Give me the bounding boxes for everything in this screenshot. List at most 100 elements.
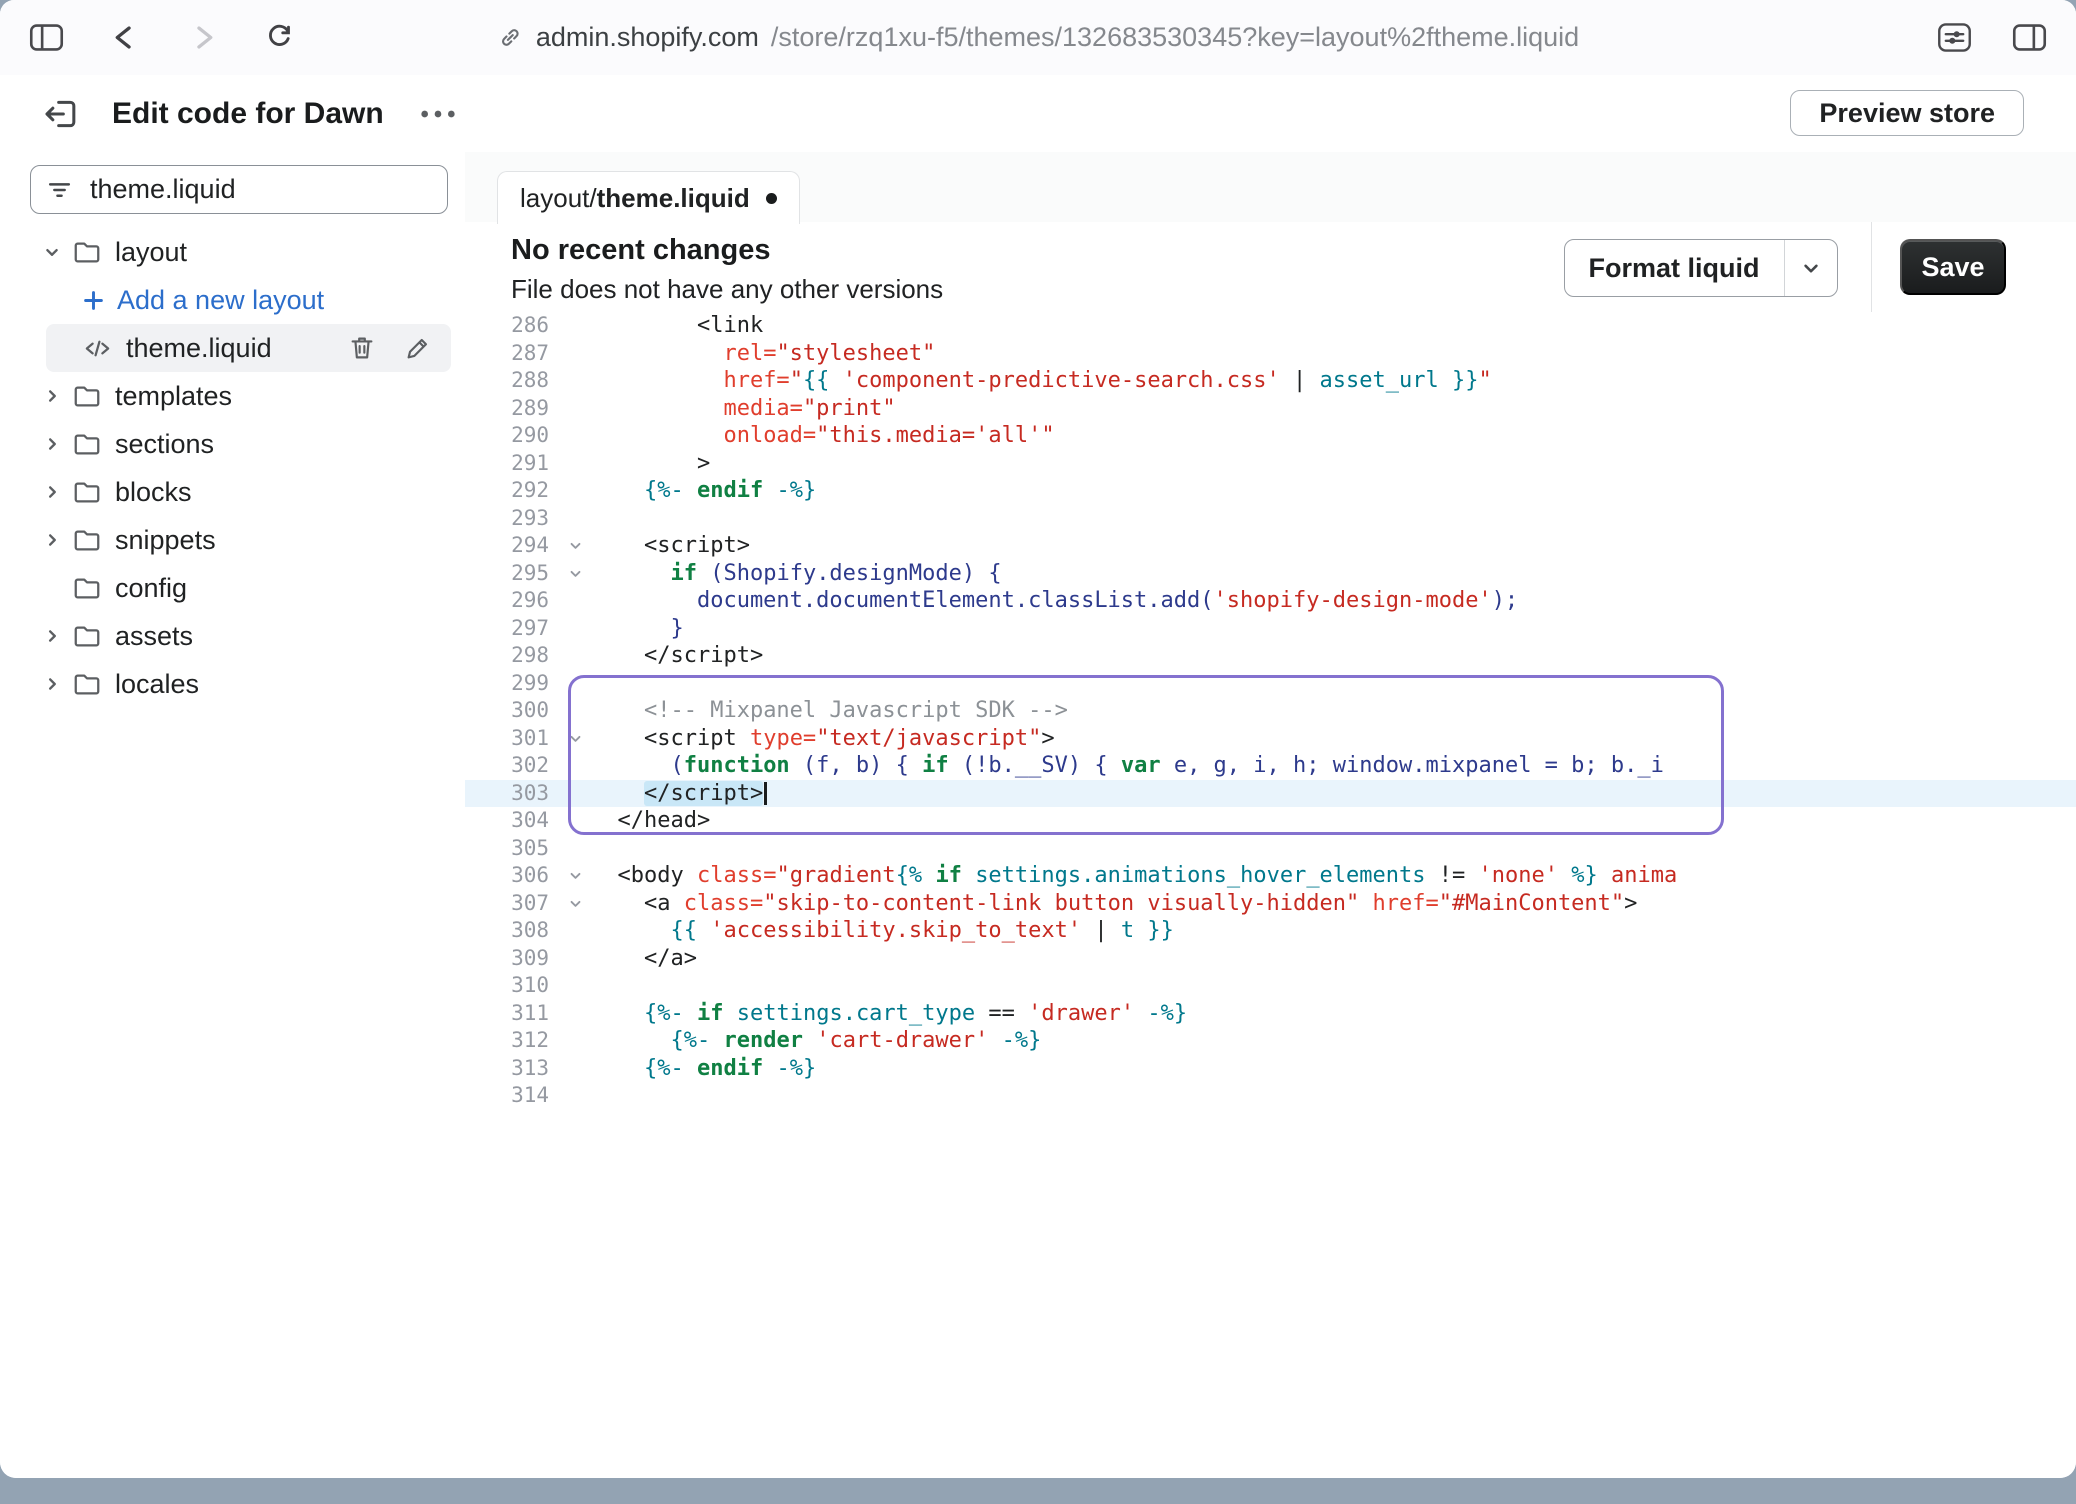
folder-icon: [72, 237, 102, 267]
pencil-icon[interactable]: [403, 333, 433, 363]
tree-item-templates[interactable]: templates: [0, 372, 465, 420]
tree-item-snippets[interactable]: snippets: [0, 516, 465, 564]
code-line-295[interactable]: 295 if (Shopify.designMode) {: [465, 560, 2076, 588]
code-line-287[interactable]: 287 rel="stylesheet": [465, 340, 2076, 368]
code-text: <script>: [591, 532, 750, 560]
forward-icon[interactable]: [186, 21, 219, 54]
chevron-right-icon[interactable]: [40, 385, 64, 407]
code-line-314[interactable]: 314: [465, 1082, 2076, 1109]
tab-dir: layout/: [520, 183, 597, 214]
tree-item-locales[interactable]: locales: [0, 660, 465, 708]
fold-chevron-icon[interactable]: [559, 560, 591, 588]
code-line-309[interactable]: 309 </a>: [465, 945, 2076, 973]
code-line-298[interactable]: 298 </script>: [465, 642, 2076, 670]
line-number: 299: [465, 670, 559, 698]
code-line-292[interactable]: 292 {%- endif -%}: [465, 477, 2076, 505]
code-line-306[interactable]: 306 <body class="gradient{% if settings.…: [465, 862, 2076, 890]
url-bar[interactable]: admin.shopify.com/store/rzq1xu-f5/themes…: [497, 0, 1579, 75]
preview-store-button[interactable]: Preview store: [1790, 90, 2024, 136]
browser-toolbar: admin.shopify.com/store/rzq1xu-f5/themes…: [0, 0, 2076, 76]
back-icon[interactable]: [109, 21, 142, 54]
tab-theme-liquid[interactable]: layout/theme.liquid: [497, 171, 800, 224]
url-path: /store/rzq1xu-f5/themes/132683530345?key…: [771, 22, 1579, 53]
code-line-310[interactable]: 310: [465, 972, 2076, 1000]
file-filter-input[interactable]: [88, 173, 446, 206]
code-line-302[interactable]: 302 (function (f, b) { if (!b.__SV) { va…: [465, 752, 2076, 780]
selected-file-row[interactable]: theme.liquid: [46, 324, 451, 372]
code-line-289[interactable]: 289 media="print": [465, 395, 2076, 423]
code-line-291[interactable]: 291 >: [465, 450, 2076, 478]
chevron-down-icon[interactable]: [1785, 255, 1837, 281]
fold-spacer: [559, 587, 591, 615]
fold-chevron-icon[interactable]: [559, 532, 591, 560]
fold-spacer: [559, 505, 591, 533]
tree-item-assets[interactable]: assets: [0, 612, 465, 660]
chevron-right-icon[interactable]: [40, 433, 64, 455]
fold-spacer: [559, 972, 591, 1000]
tree-item-add-a-new-layout[interactable]: Add a new layout: [0, 276, 465, 324]
code-line-293[interactable]: 293: [465, 505, 2076, 533]
line-number: 307: [465, 890, 559, 918]
line-number: 294: [465, 532, 559, 560]
chevron-right-icon[interactable]: [40, 625, 64, 647]
panel-right-icon[interactable]: [2011, 21, 2048, 54]
code-line-288[interactable]: 288 href="{{ 'component-predictive-searc…: [465, 367, 2076, 395]
file-filter-field[interactable]: [30, 165, 448, 214]
code-line-297[interactable]: 297 }: [465, 615, 2076, 643]
code-text: </script>: [591, 642, 763, 670]
code-line-312[interactable]: 312 {%- render 'cart-drawer' -%}: [465, 1027, 2076, 1055]
code-file-icon: [82, 333, 113, 364]
exit-icon[interactable]: [40, 93, 82, 135]
tree-item-config[interactable]: config: [0, 564, 465, 612]
code-line-286[interactable]: 286 <link: [465, 312, 2076, 340]
page-settings-icon[interactable]: [1936, 21, 1973, 54]
line-number: 301: [465, 725, 559, 753]
code-line-301[interactable]: 301 <script type="text/javascript">: [465, 725, 2076, 753]
code-line-308[interactable]: 308 {{ 'accessibility.skip_to_text' | t …: [465, 917, 2076, 945]
trash-icon[interactable]: [347, 333, 377, 363]
tree-item-theme-liquid[interactable]: theme.liquid: [0, 324, 465, 372]
code-line-300[interactable]: 300 <!-- Mixpanel Javascript SDK -->: [465, 697, 2076, 725]
line-number: 291: [465, 450, 559, 478]
code-line-294[interactable]: 294 <script>: [465, 532, 2076, 560]
format-liquid-button[interactable]: Format liquid: [1564, 239, 1839, 297]
save-button[interactable]: Save: [1900, 239, 2006, 295]
more-options-icon[interactable]: [418, 107, 458, 121]
line-number: 290: [465, 422, 559, 450]
chevron-down-icon[interactable]: [40, 241, 64, 263]
code-line-313[interactable]: 313 {%- endif -%}: [465, 1055, 2076, 1083]
tree-item-layout[interactable]: layout: [0, 228, 465, 276]
chevron-right-icon[interactable]: [40, 673, 64, 695]
code-text: {%- if settings.cart_type == 'drawer' -%…: [591, 1000, 1187, 1028]
sidebar-toggle-icon[interactable]: [28, 21, 65, 54]
chevron-right-icon[interactable]: [40, 481, 64, 503]
fold-spacer: [559, 642, 591, 670]
line-number: 287: [465, 340, 559, 368]
code-line-296[interactable]: 296 document.documentElement.classList.a…: [465, 587, 2076, 615]
code-line-303[interactable]: 303 </script>: [465, 780, 2076, 808]
code-line-305[interactable]: 305: [465, 835, 2076, 863]
fold-spacer: [559, 1082, 591, 1109]
code-text: {%- endif -%}: [591, 1055, 816, 1083]
code-line-290[interactable]: 290 onload="this.media='all'": [465, 422, 2076, 450]
fold-spacer: [559, 367, 591, 395]
tree-item-sections[interactable]: sections: [0, 420, 465, 468]
fold-spacer: [559, 422, 591, 450]
fold-chevron-icon[interactable]: [559, 862, 591, 890]
fold-chevron-icon[interactable]: [559, 890, 591, 918]
tree-item-blocks[interactable]: blocks: [0, 468, 465, 516]
code-line-299[interactable]: 299: [465, 670, 2076, 698]
fold-chevron-icon[interactable]: [559, 725, 591, 753]
code-text: <script type="text/javascript">: [591, 725, 1055, 753]
code-text: >: [591, 450, 710, 478]
chevron-right-icon[interactable]: [40, 529, 64, 551]
tree-label: blocks: [115, 477, 192, 508]
code-editor[interactable]: 286 <link287 rel="stylesheet"288 href="{…: [465, 312, 2076, 1109]
code-line-311[interactable]: 311 {%- if settings.cart_type == 'drawer…: [465, 1000, 2076, 1028]
fold-spacer: [559, 807, 591, 835]
folder-icon: [72, 621, 102, 651]
code-text: </a>: [591, 945, 697, 973]
reload-icon[interactable]: [263, 22, 295, 54]
code-line-304[interactable]: 304 </head>: [465, 807, 2076, 835]
code-line-307[interactable]: 307 <a class="skip-to-content-link butto…: [465, 890, 2076, 918]
